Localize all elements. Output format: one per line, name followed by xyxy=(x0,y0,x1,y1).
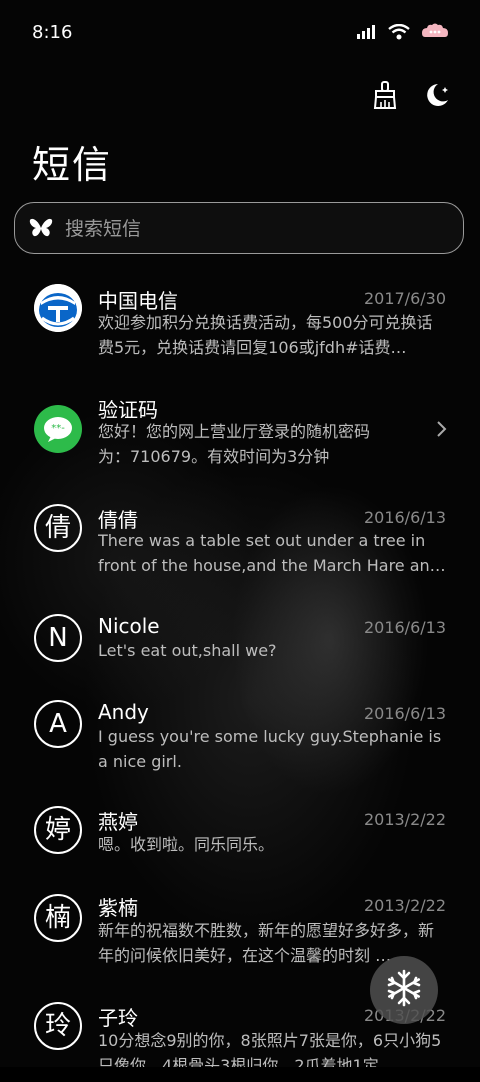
message-date: 2013/2/22 xyxy=(363,810,446,829)
message-preview: 嗯。收到啦。同乐同乐。 xyxy=(98,835,275,854)
contact-avatar: 楠 xyxy=(34,894,82,942)
message-item-nicole[interactable]: N Nicole 2016/6/13 Let's eat out,shall w… xyxy=(0,602,480,688)
battery-icon xyxy=(420,22,450,46)
message-preview: 欢迎参加积分兑换话费活动，每500分可兑换话费5元，兑换话费请回复106或jfd… xyxy=(98,313,433,357)
message-preview: 10分想念9别的你，8张照片7张是你，6只小狗5只像你，4根骨头3根归你，2爪着… xyxy=(98,1031,442,1067)
status-bar: 8:16 xyxy=(0,0,480,68)
contact-avatar: 婷 xyxy=(34,806,82,854)
svg-text:**-: **- xyxy=(51,423,65,434)
status-time: 8:16 xyxy=(32,22,73,43)
sender-name: 紫楠 xyxy=(98,896,138,920)
message-item-andy[interactable]: A Andy 2016/6/13 I guess you're some luc… xyxy=(0,688,480,796)
message-date: 2016/6/13 xyxy=(363,704,446,723)
page-title: 短信 xyxy=(32,143,113,187)
header-actions xyxy=(370,80,452,110)
butterfly-icon xyxy=(29,217,53,239)
sms-bubble-icon: **- xyxy=(34,405,82,453)
sender-name: 燕婷 xyxy=(98,810,138,834)
signal-icon xyxy=(356,24,378,44)
china-telecom-logo-icon xyxy=(34,284,82,332)
sender-name: Nicole xyxy=(98,614,160,638)
message-item-china-telecom[interactable]: 中国电信 2017/6/30 欢迎参加积分兑换话费活动，每500分可兑换话费5元… xyxy=(0,270,480,380)
contact-avatar: N xyxy=(34,614,82,662)
wifi-icon xyxy=(388,23,410,44)
message-preview: Let's eat out,shall we? xyxy=(98,641,277,660)
chevron-right-icon[interactable] xyxy=(436,419,448,439)
sender-name: 子玲 xyxy=(98,1006,138,1030)
snowflake-button[interactable] xyxy=(370,956,438,1024)
search-input[interactable] xyxy=(63,213,447,245)
snowflake-icon xyxy=(384,968,424,1012)
system-icons xyxy=(356,22,450,46)
broom-icon[interactable] xyxy=(370,80,400,110)
message-date: 2017/6/30 xyxy=(363,289,446,308)
message-date: 2016/6/13 xyxy=(363,618,446,637)
message-preview: There was a table set out under a tree i… xyxy=(98,531,446,575)
message-preview: I guess you're some lucky guy.Stephanie … xyxy=(98,727,442,771)
contact-avatar: 倩 xyxy=(34,504,82,552)
message-item-qianqian[interactable]: 倩 倩倩 2016/6/13 There was a table set out… xyxy=(0,492,480,602)
message-date: 2016/6/13 xyxy=(363,508,446,527)
contact-avatar: 玲 xyxy=(34,1002,82,1050)
message-item-verification-code[interactable]: **- 验证码 您好！您的网上营业厅登录的随机密码为：710679。有效时间为3… xyxy=(0,382,480,492)
message-preview: 您好！您的网上营业厅登录的随机密码为：710679。有效时间为3分钟 xyxy=(98,422,371,466)
moon-icon[interactable] xyxy=(422,80,452,110)
search-bar[interactable] xyxy=(14,202,464,254)
contact-avatar: A xyxy=(34,700,82,748)
sender-name: Andy xyxy=(98,700,149,724)
message-date: 2013/2/22 xyxy=(363,896,446,915)
message-item-yanting[interactable]: 婷 燕婷 2013/2/22 嗯。收到啦。同乐同乐。 xyxy=(0,796,480,882)
